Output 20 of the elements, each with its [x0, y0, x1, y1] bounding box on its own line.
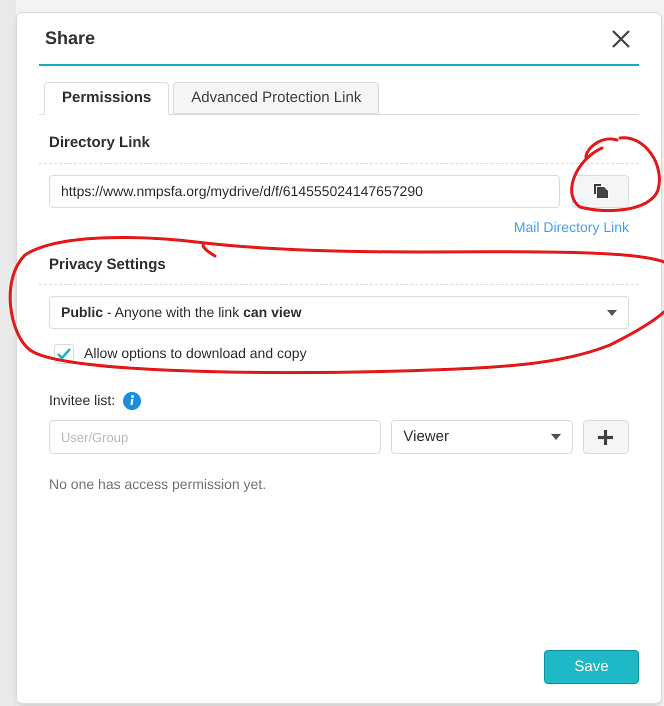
info-icon	[123, 392, 142, 410]
role-dropdown[interactable]: Viewer	[391, 420, 573, 454]
user-group-field[interactable]: User/Group	[49, 420, 382, 454]
empty-message: No one has access permission yet.	[49, 475, 268, 494]
url-field[interactable]: https://www.nmpsfa.org/mydrive/d/f/614555024147657290	[49, 174, 560, 208]
checkbox-label: Allow options to download and copy	[84, 344, 307, 363]
section-heading: Privacy Settings	[49, 254, 167, 274]
copy-icon	[592, 183, 608, 199]
section-heading: Directory Link	[49, 133, 151, 153]
tab[interactable]: Advanced Protection Link	[173, 82, 380, 114]
copy-button[interactable]	[572, 174, 629, 208]
tab[interactable]: Permissions	[44, 82, 170, 115]
caret-icon	[550, 434, 561, 440]
caret-icon	[607, 310, 617, 316]
add-button[interactable]	[582, 420, 630, 454]
dialog-title: Share	[45, 27, 96, 50]
privacy-dropdown[interactable]: Public - Anyone with the link can view	[49, 296, 629, 329]
close-icon	[612, 30, 630, 48]
plus-icon	[598, 430, 614, 444]
invitee-label: Invitee list:	[49, 391, 116, 410]
